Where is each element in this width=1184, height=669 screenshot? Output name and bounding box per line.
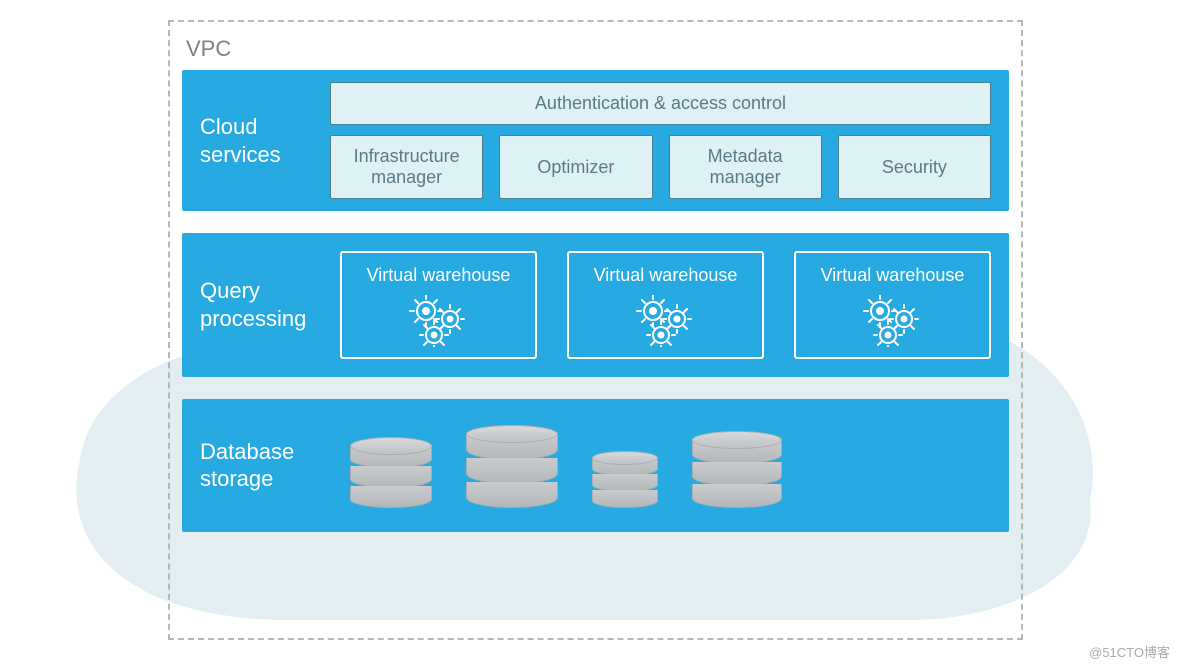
metadata-manager-box: Metadata manager [669, 135, 822, 199]
storage-row [330, 421, 991, 510]
cloud-services-title: Cloud services [200, 113, 320, 168]
auth-access-control-box: Authentication & access control [330, 82, 991, 125]
cloud-services-row: Infrastructure manager Optimizer Metadat… [330, 135, 991, 199]
virtual-warehouse-row: Virtual warehouse Virtual warehouse [330, 251, 991, 359]
database-cylinder-icon [466, 425, 558, 506]
optimizer-box: Optimizer [499, 135, 652, 199]
virtual-warehouse-1: Virtual warehouse [340, 251, 537, 359]
database-storage-title: Database storage [200, 438, 320, 493]
database-storage-layer: Database storage [182, 399, 1009, 532]
virtual-warehouse-2: Virtual warehouse [567, 251, 764, 359]
database-cylinder-icon [692, 431, 782, 506]
gears-icon [404, 295, 474, 347]
gears-icon [858, 295, 928, 347]
watermark-text: @51CTO博客 [1089, 642, 1170, 661]
database-cylinder-icon [592, 451, 658, 506]
database-cylinder-icon [350, 437, 432, 506]
query-processing-title: Query processing [200, 277, 320, 332]
gears-icon [631, 295, 701, 347]
infrastructure-manager-box: Infrastructure manager [330, 135, 483, 199]
cloud-services-layer: Cloud services Authentication & access c… [182, 70, 1009, 211]
cloud-services-content: Authentication & access control Infrastr… [330, 82, 991, 199]
virtual-warehouse-label: Virtual warehouse [594, 265, 738, 287]
virtual-warehouse-label: Virtual warehouse [821, 265, 965, 287]
query-processing-layer: Query processing Virtual warehouse Virtu [182, 233, 1009, 377]
virtual-warehouse-label: Virtual warehouse [367, 265, 511, 287]
vpc-container: VPC Cloud services Authentication & acce… [168, 20, 1023, 640]
virtual-warehouse-3: Virtual warehouse [794, 251, 991, 359]
security-box: Security [838, 135, 991, 199]
vpc-label: VPC [182, 32, 1009, 70]
